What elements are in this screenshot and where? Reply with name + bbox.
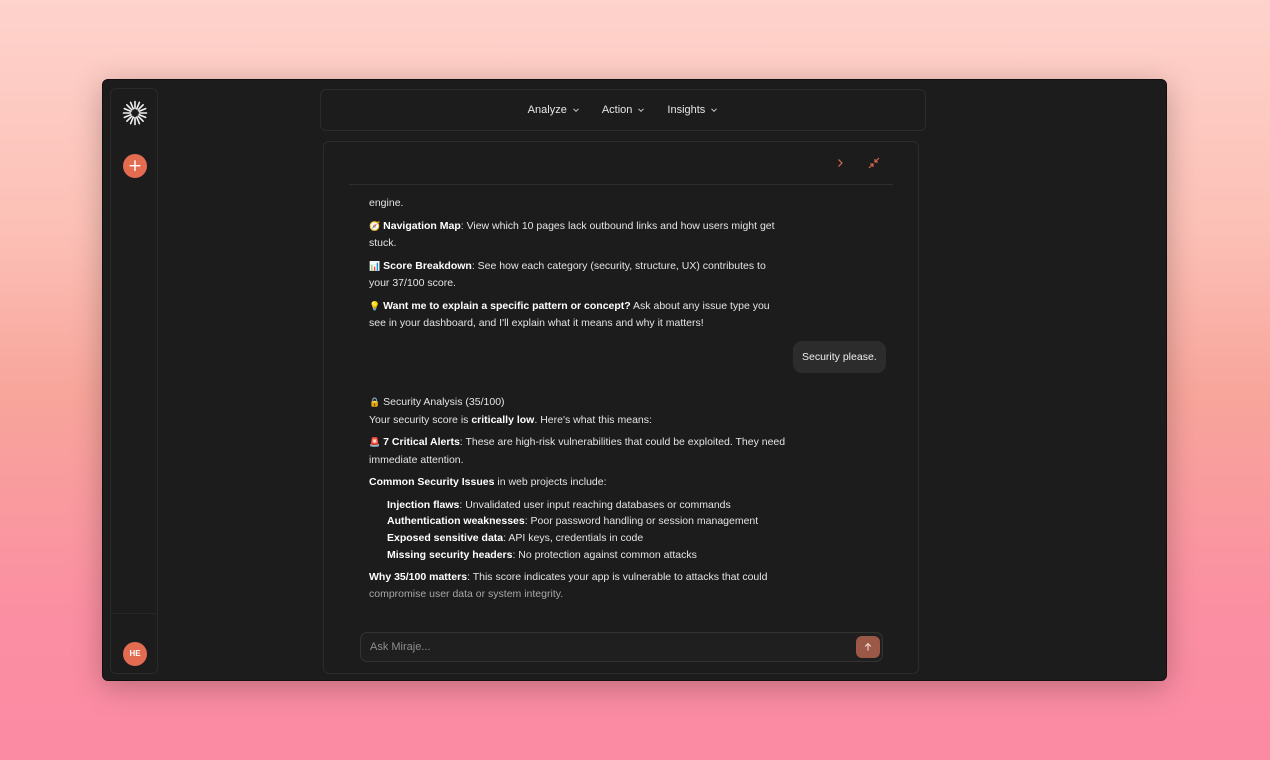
chat-composer: [360, 632, 883, 662]
chat-panel-header: [349, 142, 893, 185]
score-breakdown-item: 📊 Score Breakdown: See how each category…: [369, 258, 789, 292]
sidebar: + HE: [110, 88, 158, 674]
why-text: : This score indicates your app is vulne…: [467, 571, 768, 584]
chat-panel: engine. 🧭 Navigation Map: View which 10 …: [323, 141, 919, 674]
minimize-arrows-icon[interactable]: [867, 156, 881, 170]
list-item: Exposed sensitive data: API keys, creden…: [387, 530, 789, 547]
nav-action-menu[interactable]: Action: [602, 104, 646, 116]
why-title: Why 35/100 matters: [369, 571, 468, 584]
avatar[interactable]: HE: [123, 642, 147, 666]
nav-insights-menu[interactable]: Insights: [667, 104, 718, 116]
item-title: 7 Critical Alerts: [383, 436, 460, 448]
list-item: Missing security headers: No protection …: [387, 547, 789, 564]
common-issues-heading: Common Security Issues in web projects i…: [369, 474, 789, 491]
list-item: Injection flaws: Unvalidated user input …: [387, 497, 789, 514]
chevron-down-icon: [638, 108, 645, 113]
assistant-message-security: 🔒 Security Analysis (35/100) Your securi…: [369, 394, 789, 608]
why-text-streaming: compromise user data or system integrity…: [369, 587, 564, 600]
nav-item-label: Analyze: [527, 104, 567, 116]
explain-prompt-item: 💡 Want me to explain a specific pattern …: [369, 298, 789, 332]
chevron-right-icon[interactable]: [833, 156, 847, 170]
score-suffix: . Here's what this means:: [534, 413, 652, 426]
assistant-message-previous: engine. 🧭 Navigation Map: View which 10 …: [369, 195, 789, 338]
item-title: Want me to explain a specific pattern or…: [383, 299, 631, 312]
bar-chart-icon: 📊: [369, 261, 381, 272]
message-text: engine.: [369, 197, 404, 209]
chevron-down-icon: [572, 108, 579, 113]
why-score-matters: Why 35/100 matters: This score indicates…: [369, 569, 789, 602]
item-title: Navigation Map: [383, 219, 461, 232]
score-prefix: Your security score is: [369, 413, 472, 426]
issue-title: Exposed sensitive data: [387, 531, 504, 544]
arrow-up-icon: [864, 642, 872, 651]
list-item: Authentication weaknesses: Poor password…: [387, 513, 789, 530]
siren-icon: 🚨: [369, 438, 381, 448]
analysis-title-text: Security Analysis (35/100): [383, 396, 505, 408]
heading-bold: Common Security Issues: [369, 476, 495, 488]
new-chat-button[interactable]: +: [123, 154, 147, 178]
issue-title: Injection flaws: [387, 498, 460, 511]
app-window: + HE Analyze Action Insights engine. 🧭 N…: [102, 79, 1167, 681]
lock-icon: 🔒: [369, 398, 381, 408]
nav-item-label: Action: [601, 104, 633, 116]
score-emphasis: critically low: [471, 413, 535, 426]
issue-text: : Poor password handling or session mana…: [524, 515, 759, 528]
send-button[interactable]: [856, 636, 880, 658]
issue-text: : Unvalidated user input reaching databa…: [459, 498, 731, 511]
issue-title: Missing security headers: [387, 548, 513, 561]
issue-text: : No protection against common attacks: [512, 548, 697, 561]
security-issues-list: Injection flaws: Unvalidated user input …: [387, 497, 789, 564]
issue-title: Authentication weaknesses: [387, 515, 525, 528]
critical-alerts-item: 🚨 7 Critical Alerts: These are high-risk…: [369, 434, 789, 468]
score-summary: Your security score is critically low. H…: [369, 412, 789, 429]
analysis-title: 🔒 Security Analysis (35/100): [369, 394, 789, 412]
heading-text: in web projects include:: [494, 476, 607, 488]
sidebar-divider: [111, 613, 157, 614]
navigation-map-item: 🧭 Navigation Map: View which 10 pages la…: [369, 218, 789, 252]
user-message-bubble: Security please.: [793, 341, 886, 373]
nav-analyze-menu[interactable]: Analyze: [528, 104, 580, 116]
item-title: Score Breakdown: [383, 259, 472, 272]
compass-icon: 🧭: [369, 221, 381, 232]
nav-item-label: Insights: [667, 104, 706, 116]
lightbulb-icon: 💡: [369, 301, 381, 312]
chat-input[interactable]: [370, 639, 840, 655]
issue-text: : API keys, credentials in code: [503, 531, 644, 544]
chevron-down-icon: [711, 108, 718, 113]
sunburst-logo-icon[interactable]: [122, 100, 148, 126]
top-navigation: Analyze Action Insights: [320, 89, 926, 131]
